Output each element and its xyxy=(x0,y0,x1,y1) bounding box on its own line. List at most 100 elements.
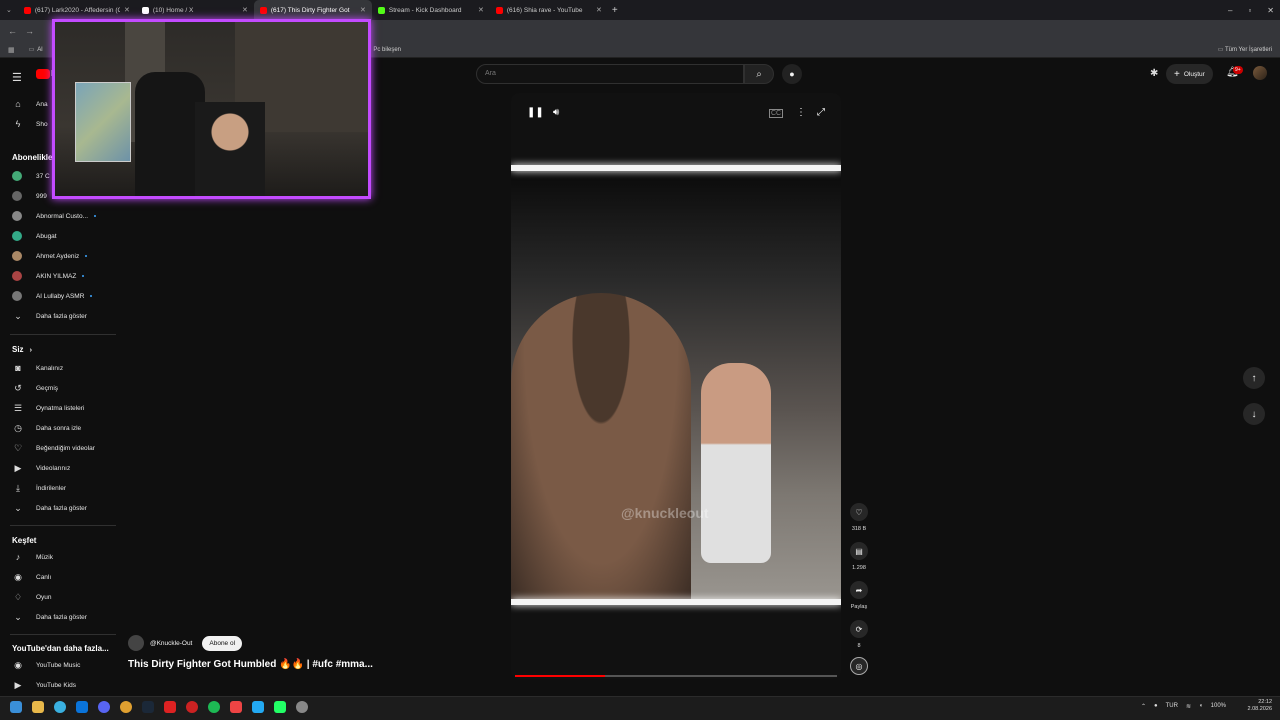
sidebar-icon: ◉ xyxy=(14,659,22,670)
minimize-icon[interactable]: – xyxy=(1228,6,1232,15)
close-window-icon[interactable]: ✕ xyxy=(1267,6,1274,15)
microphone-tray-icon[interactable]: ● xyxy=(1154,703,1158,710)
search-input[interactable]: Ara xyxy=(476,64,744,84)
apps-icon[interactable]: ▦ xyxy=(8,46,15,54)
sidebar-item[interactable]: AKIN YILMAZ xyxy=(0,267,118,285)
cast-icon[interactable]: ✱ xyxy=(1150,68,1158,79)
sidebar-item[interactable]: ⌄ Daha fazla göster xyxy=(0,307,118,325)
sidebar-item[interactable]: ⌄ Daha fazla göster xyxy=(0,608,118,626)
clock-time: 22:12 xyxy=(1258,699,1272,705)
chrome-icon[interactable] xyxy=(120,701,132,713)
channel-name[interactable]: @Knuckle-Out xyxy=(150,640,192,647)
windows-start-icon[interactable] xyxy=(10,701,22,713)
forward-icon[interactable]: → xyxy=(25,26,34,36)
volume-tray-icon[interactable]: ◖ xyxy=(1199,703,1203,710)
channel-avatar[interactable] xyxy=(128,635,144,651)
close-tab-icon[interactable]: ✕ xyxy=(596,6,602,14)
bookmark-pc[interactable]: Pc bileşen xyxy=(373,47,401,53)
sidebar-item[interactable]: ♪ Müzik xyxy=(0,548,118,566)
browser-tab[interactable]: (616) Shia rave - YouTube ✕ xyxy=(490,0,608,20)
spotify-icon[interactable] xyxy=(208,701,220,713)
edge-icon[interactable] xyxy=(54,701,66,713)
sidebar-item[interactable]: ⌄ Daha fazla göster xyxy=(0,499,118,517)
sidebar-item[interactable]: Abugat xyxy=(0,227,118,245)
sidebar-item-label: 999 xyxy=(36,192,47,200)
file-explorer-icon[interactable] xyxy=(32,701,44,713)
language-indicator[interactable]: TUR xyxy=(1166,703,1178,710)
sidebar-item[interactable]: ↺ Geçmiş xyxy=(0,379,118,397)
sidebar-item[interactable]: ◉ YouTube Music xyxy=(0,656,118,674)
chevron-up-icon[interactable]: ⌃ xyxy=(1141,703,1146,710)
sound-button[interactable]: ◎ xyxy=(849,657,869,675)
opera-icon[interactable] xyxy=(186,701,198,713)
browser-tab[interactable]: (617) This Dirty Fighter Got ✕ xyxy=(253,0,372,20)
microphone-icon[interactable]: ● xyxy=(782,64,802,84)
remix-button[interactable]: ⟳ 8 xyxy=(849,620,869,649)
all-bookmarks[interactable]: ▭ Tüm Yer İşaretleri xyxy=(1218,46,1272,53)
sidebar-icon: ▶ xyxy=(14,462,22,473)
short-title[interactable]: This Dirty Fighter Got Humbled 🔥🔥 | #ufc… xyxy=(128,659,373,670)
sidebar-item[interactable]: ▶ Videolarınız xyxy=(0,459,118,477)
maximize-icon[interactable]: ▫ xyxy=(1248,6,1251,15)
share-label: Paylaş xyxy=(850,604,868,610)
captions-icon[interactable]: CC xyxy=(769,109,784,118)
discord-icon[interactable] xyxy=(98,701,110,713)
pause-icon[interactable]: ❚❚ xyxy=(527,107,544,118)
like-icon: ♡ xyxy=(850,503,868,521)
settings-icon[interactable] xyxy=(296,701,308,713)
you-heading[interactable]: Siz › xyxy=(12,345,32,354)
back-icon[interactable]: ← xyxy=(8,26,17,36)
game-launcher-icon[interactable] xyxy=(164,701,176,713)
tab-search-icon[interactable]: ⌄ xyxy=(6,6,12,14)
new-tab-button[interactable]: + xyxy=(612,5,618,16)
you-heading-label: Siz xyxy=(12,345,24,354)
app-icon[interactable] xyxy=(230,701,242,713)
sidebar-item[interactable]: ♡ Beğendiğim videolar xyxy=(0,439,118,457)
sidebar-item[interactable]: ☰ Oynatma listeleri xyxy=(0,399,118,417)
close-tab-icon[interactable]: ✕ xyxy=(478,6,484,14)
avatar[interactable] xyxy=(1253,66,1267,80)
wifi-icon[interactable]: ≋ xyxy=(1186,703,1191,710)
sidebar-item[interactable]: ◷ Daha sonra izle xyxy=(0,419,118,437)
sidebar-item[interactable]: ▶ YouTube Kids xyxy=(0,676,118,694)
sidebar-item-label: YouTube Kids xyxy=(36,681,76,689)
close-tab-icon[interactable]: ✕ xyxy=(360,6,366,14)
tab-favicon-icon xyxy=(495,6,503,14)
previous-short-button[interactable]: ↑ xyxy=(1243,367,1265,389)
create-button[interactable]: + Oluştur xyxy=(1166,64,1213,84)
more-options-icon[interactable]: ⋮ xyxy=(796,107,806,118)
volume-icon[interactable]: 🔊︎ xyxy=(553,107,559,118)
sidebar-item[interactable]: ◉ Canlı xyxy=(0,568,118,586)
clock[interactable]: 22:12 2.08.2026 xyxy=(1248,699,1272,713)
channel-avatar xyxy=(12,291,22,301)
sidebar-item[interactable]: ◙ Kanalınız xyxy=(0,359,118,377)
browser-tab[interactable]: (617) Lark2020 - Affedersin (Off ✕ xyxy=(18,0,136,20)
next-short-button[interactable]: ↓ xyxy=(1243,403,1265,425)
share-button[interactable]: ➦ Paylaş xyxy=(849,581,869,610)
like-button[interactable]: ♡ 318 B xyxy=(849,503,869,532)
subscribe-button[interactable]: Abone ol xyxy=(202,635,243,651)
steam-icon[interactable] xyxy=(142,701,154,713)
sidebar-item[interactable]: Abnormal Custo... xyxy=(0,207,118,225)
hamburger-menu-icon[interactable]: ☰ xyxy=(12,71,22,84)
battery-label[interactable]: 100% xyxy=(1211,703,1226,710)
browser-tab[interactable]: Stream - Kick Dashboard ✕ xyxy=(372,0,490,20)
search-icon[interactable]: ⌕ xyxy=(744,64,774,84)
fullscreen-icon[interactable]: ⤢ xyxy=(817,107,825,118)
subscriptions-heading[interactable]: Abonelikle xyxy=(12,153,52,162)
sidebar-item[interactable]: ⤓ İndirilenler xyxy=(0,479,118,497)
browser-tab[interactable]: (10) Home / X ✕ xyxy=(136,0,254,20)
close-tab-icon[interactable]: ✕ xyxy=(242,6,248,14)
sidebar-item[interactable]: ♢ Oyun xyxy=(0,588,118,606)
close-tab-icon[interactable]: ✕ xyxy=(124,6,130,14)
obs-icon[interactable] xyxy=(274,701,286,713)
comments-button[interactable]: ▤ 1.298 xyxy=(849,542,869,571)
progress-bar[interactable] xyxy=(515,675,837,677)
sidebar-item[interactable]: Al Lullaby ASMR xyxy=(0,287,118,305)
vscode-icon[interactable] xyxy=(252,701,264,713)
shorts-player[interactable]: @knuckleout ❚❚ 🔊︎ CC ⋮ ⤢ xyxy=(511,93,841,679)
store-icon[interactable] xyxy=(76,701,88,713)
bookmark-left[interactable]: Al xyxy=(37,47,42,53)
sidebar-item[interactable]: Ahmet Aydeniz xyxy=(0,247,118,265)
youtube-logo-icon[interactable] xyxy=(36,69,50,79)
